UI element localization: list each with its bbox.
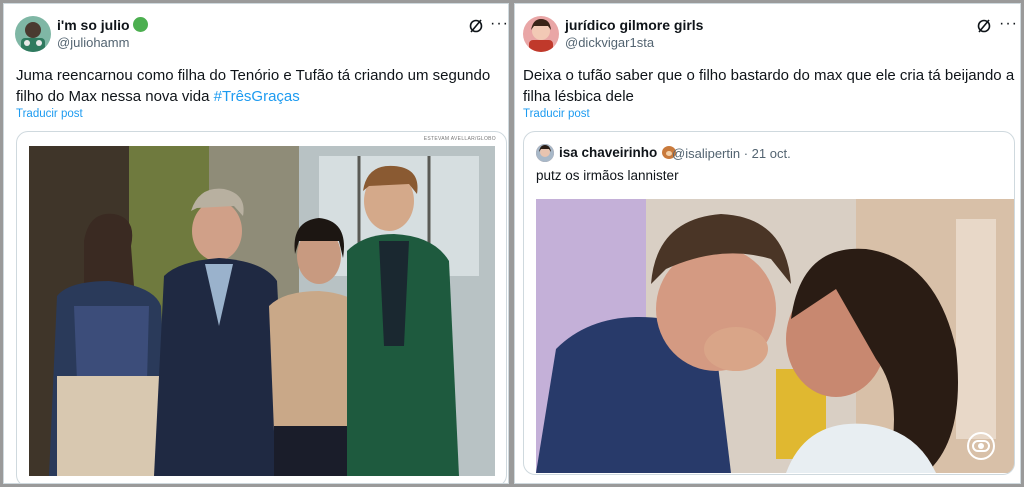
quote-handle-date[interactable]: @isalipertin · 21 oct.	[672, 146, 791, 161]
quote-display-name-text: isa chaveirinho	[559, 145, 658, 160]
quote-avatar[interactable]	[536, 144, 554, 162]
post-left[interactable]: i'm so julio @juliohamm ··· Juma reencar…	[3, 3, 509, 484]
handle[interactable]: @dickvigar1sta	[565, 35, 654, 50]
grok-icon[interactable]	[976, 18, 992, 34]
quoted-post[interactable]: isa chaveirinho @isalipertin · 21 oct. p…	[523, 131, 1015, 475]
more-icon[interactable]: ···	[490, 16, 508, 34]
avatar[interactable]	[15, 16, 51, 52]
post-text: Deixa o tufão saber que o filho bastardo…	[523, 67, 1015, 105]
more-icon[interactable]: ···	[999, 16, 1019, 34]
verified-circle-icon	[132, 17, 148, 32]
kiss-photo[interactable]	[536, 199, 1014, 473]
avatar[interactable]	[523, 16, 559, 52]
media-card[interactable]: ESTEVAM AVELLAR/GLOBO	[16, 131, 507, 483]
grok-icon[interactable]	[468, 18, 484, 34]
display-name[interactable]: jurídico gilmore girls	[565, 17, 703, 33]
cast-photo[interactable]	[29, 146, 495, 476]
post-text: Juma reencarnou como filha do Tenório e …	[16, 65, 501, 107]
quote-text: putz os irmãos lannister	[536, 168, 679, 183]
translate-link[interactable]: Traducir post	[16, 108, 83, 120]
handle[interactable]: @juliohamm	[57, 35, 129, 50]
photo-credit: ESTEVAM AVELLAR/GLOBO	[423, 136, 496, 142]
display-name-text: i'm so julio	[57, 17, 130, 33]
post-right[interactable]: jurídico gilmore girls @dickvigar1sta ··…	[514, 3, 1021, 484]
quote-display-name[interactable]: isa chaveirinho	[559, 145, 677, 160]
hashtag-link[interactable]: #TrêsGraças	[214, 88, 300, 105]
translate-link[interactable]: Traducir post	[523, 108, 590, 120]
display-name[interactable]: i'm so julio	[57, 17, 148, 33]
globo-logo-icon	[966, 431, 996, 461]
